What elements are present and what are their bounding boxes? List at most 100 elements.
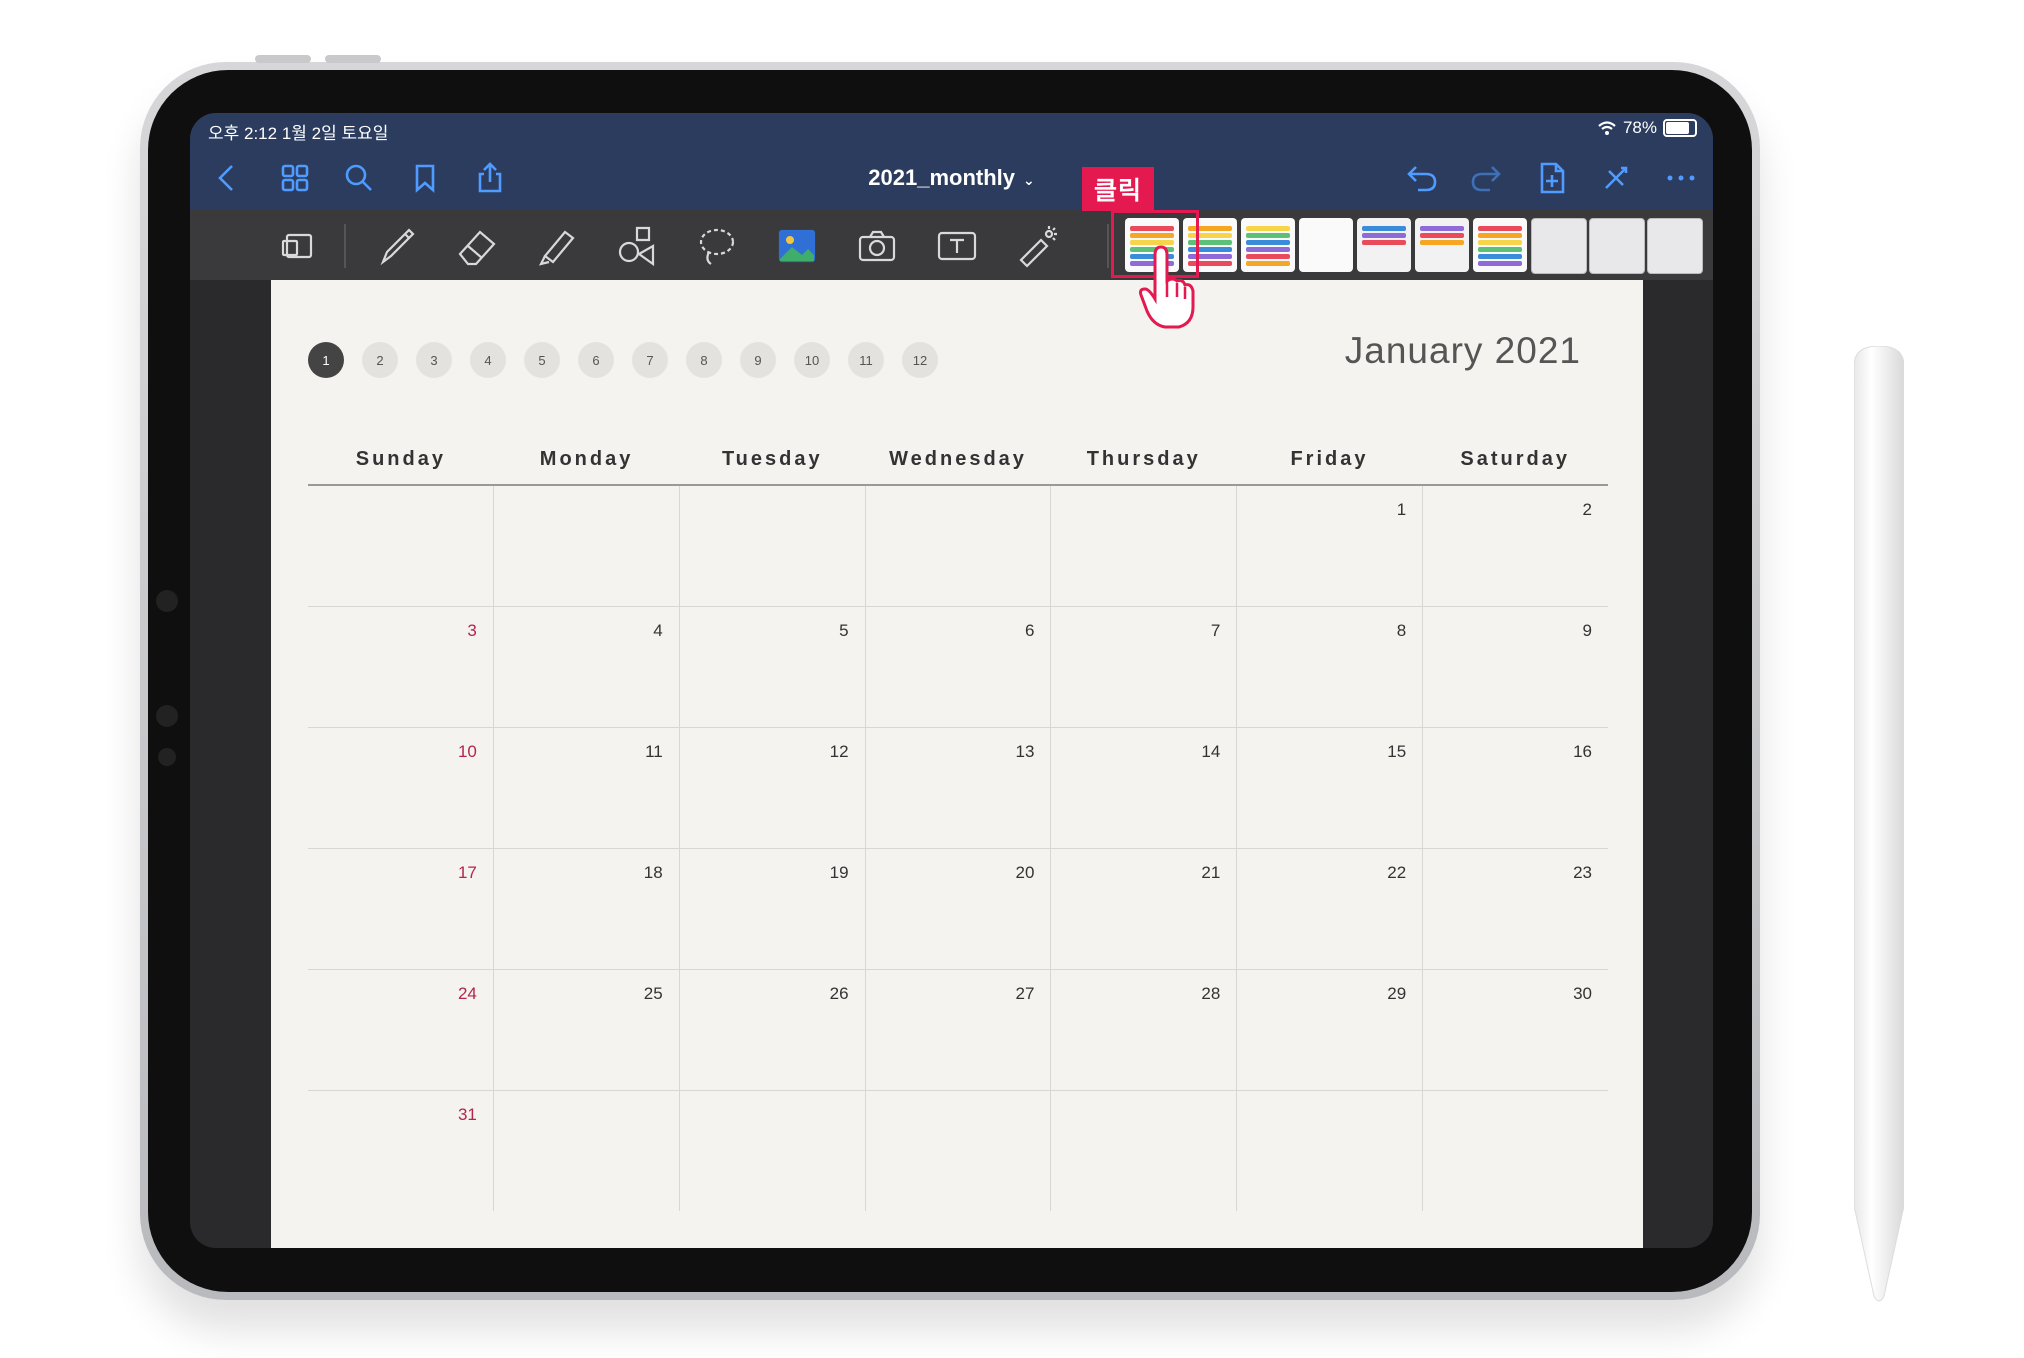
calendar-day-cell[interactable]: 27 — [866, 970, 1052, 1090]
calendar-day-cell[interactable]: 21 — [1051, 849, 1238, 969]
calendar-day-cell[interactable]: 14 — [1051, 728, 1238, 848]
sticker-thumbnail[interactable] — [1589, 218, 1645, 274]
month-tab-5[interactable]: 5 — [524, 342, 560, 378]
calendar-day-cell[interactable]: 7 — [1051, 607, 1238, 727]
calendar-day-cell[interactable] — [1237, 1091, 1424, 1211]
calendar-day-cell[interactable]: 3 — [308, 607, 494, 727]
day-number: 18 — [643, 863, 663, 882]
day-number: 3 — [467, 621, 477, 640]
calendar-day-cell[interactable] — [308, 486, 494, 606]
sticker-thumbnail[interactable] — [1415, 218, 1469, 272]
sticker-thumbnail[interactable] — [1647, 218, 1703, 274]
calendar-day-cell[interactable]: 24 — [308, 970, 494, 1090]
calendar-day-cell[interactable]: 5 — [680, 607, 866, 727]
calendar-day-cell[interactable]: 17 — [308, 849, 494, 969]
day-number: 20 — [1015, 863, 1035, 882]
add-page-icon[interactable] — [1533, 159, 1571, 197]
month-tabs: 1 2 3 4 5 6 7 8 9 10 11 12 — [308, 342, 938, 378]
month-tab-7[interactable]: 7 — [632, 342, 668, 378]
calendar-day-cell[interactable]: 8 — [1237, 607, 1424, 727]
calendar-day-cell[interactable]: 1 — [1237, 486, 1424, 606]
calendar-day-cell[interactable] — [680, 486, 866, 606]
month-tab-4[interactable]: 4 — [470, 342, 506, 378]
image-icon[interactable] — [773, 222, 821, 270]
camera-icon[interactable] — [853, 222, 901, 270]
more-icon[interactable] — [1662, 159, 1700, 197]
sticker-thumbnail[interactable] — [1299, 218, 1353, 272]
sticker-stripe — [1420, 233, 1464, 238]
shapes-icon[interactable] — [613, 222, 661, 270]
calendar-week-row: 3 4 5 6 7 8 9 — [308, 607, 1608, 728]
calendar-day-cell[interactable]: 10 — [308, 728, 494, 848]
day-number: 12 — [829, 742, 849, 761]
calendar-day-cell[interactable] — [866, 1091, 1052, 1211]
undo-icon[interactable] — [1403, 159, 1441, 197]
sticker-stripe — [1362, 233, 1406, 238]
sticker-stripe — [1478, 254, 1522, 259]
month-tab-3[interactable]: 3 — [416, 342, 452, 378]
calendar-day-cell[interactable] — [866, 486, 1052, 606]
day-number: 21 — [1201, 863, 1221, 882]
document-title-text: 2021_monthly — [868, 165, 1015, 190]
day-number: 10 — [457, 742, 477, 761]
volume-button — [325, 55, 381, 63]
calendar-day-cell[interactable]: 11 — [494, 728, 680, 848]
day-number: 2 — [1582, 500, 1593, 519]
page-layout-icon[interactable] — [274, 222, 322, 270]
day-number: 30 — [1573, 984, 1593, 1003]
day-number: 23 — [1573, 863, 1593, 882]
day-number: 25 — [643, 984, 663, 1003]
calendar-day-cell[interactable]: 25 — [494, 970, 680, 1090]
calendar-day-cell[interactable]: 30 — [1423, 970, 1608, 1090]
pen-icon[interactable] — [373, 222, 421, 270]
month-tab-9[interactable]: 9 — [740, 342, 776, 378]
sticker-stripe — [1362, 226, 1406, 231]
month-tab-1[interactable]: 1 — [308, 342, 344, 378]
eraser-icon[interactable] — [453, 222, 501, 270]
weekday-label: Wednesday — [889, 448, 1027, 470]
month-tab-10[interactable]: 10 — [794, 342, 830, 378]
calendar-day-cell[interactable]: 12 — [680, 728, 866, 848]
pointing-hand-icon — [1139, 245, 1195, 329]
calendar-day-cell[interactable]: 31 — [308, 1091, 494, 1211]
lasso-icon[interactable] — [693, 222, 741, 270]
calendar-day-cell[interactable]: 4 — [494, 607, 680, 727]
calendar-day-cell[interactable]: 26 — [680, 970, 866, 1090]
calendar-day-cell[interactable]: 28 — [1051, 970, 1238, 1090]
calendar-day-cell[interactable]: 18 — [494, 849, 680, 969]
calendar-day-cell[interactable]: 20 — [866, 849, 1052, 969]
calendar-day-cell[interactable]: 23 — [1423, 849, 1608, 969]
month-tab-6[interactable]: 6 — [578, 342, 614, 378]
calendar-day-cell[interactable]: 15 — [1237, 728, 1424, 848]
sticker-stripe — [1420, 226, 1464, 231]
calendar-day-cell[interactable] — [680, 1091, 866, 1211]
calendar-day-cell[interactable]: 22 — [1237, 849, 1424, 969]
redo-icon[interactable] — [1467, 159, 1505, 197]
close-tools-icon[interactable] — [1597, 159, 1635, 197]
month-tab-2[interactable]: 2 — [362, 342, 398, 378]
sticker-thumbnail[interactable] — [1357, 218, 1411, 272]
calendar-day-cell[interactable]: 2 — [1423, 486, 1608, 606]
calendar-day-cell[interactable] — [494, 1091, 680, 1211]
nav-bar: 2021_monthly ⌄ — [190, 145, 1713, 210]
month-tab-12[interactable]: 12 — [902, 342, 938, 378]
calendar-day-cell[interactable]: 9 — [1423, 607, 1608, 727]
sticker-thumbnail[interactable] — [1531, 218, 1587, 274]
month-tab-11[interactable]: 11 — [848, 342, 884, 378]
text-icon[interactable] — [933, 222, 981, 270]
sticker-stripe — [1478, 247, 1522, 252]
month-tab-8[interactable]: 8 — [686, 342, 722, 378]
calendar-day-cell[interactable] — [1423, 1091, 1608, 1211]
calendar-day-cell[interactable]: 6 — [866, 607, 1052, 727]
calendar-day-cell[interactable] — [494, 486, 680, 606]
calendar-day-cell[interactable]: 16 — [1423, 728, 1608, 848]
calendar-day-cell[interactable]: 13 — [866, 728, 1052, 848]
calendar-day-cell[interactable]: 29 — [1237, 970, 1424, 1090]
sticker-thumbnail[interactable] — [1241, 218, 1295, 272]
laser-pointer-icon[interactable] — [1013, 222, 1061, 270]
calendar-day-cell[interactable]: 19 — [680, 849, 866, 969]
sticker-thumbnail[interactable] — [1473, 218, 1527, 272]
calendar-day-cell[interactable] — [1051, 1091, 1238, 1211]
highlighter-icon[interactable] — [533, 222, 581, 270]
calendar-day-cell[interactable] — [1051, 486, 1238, 606]
